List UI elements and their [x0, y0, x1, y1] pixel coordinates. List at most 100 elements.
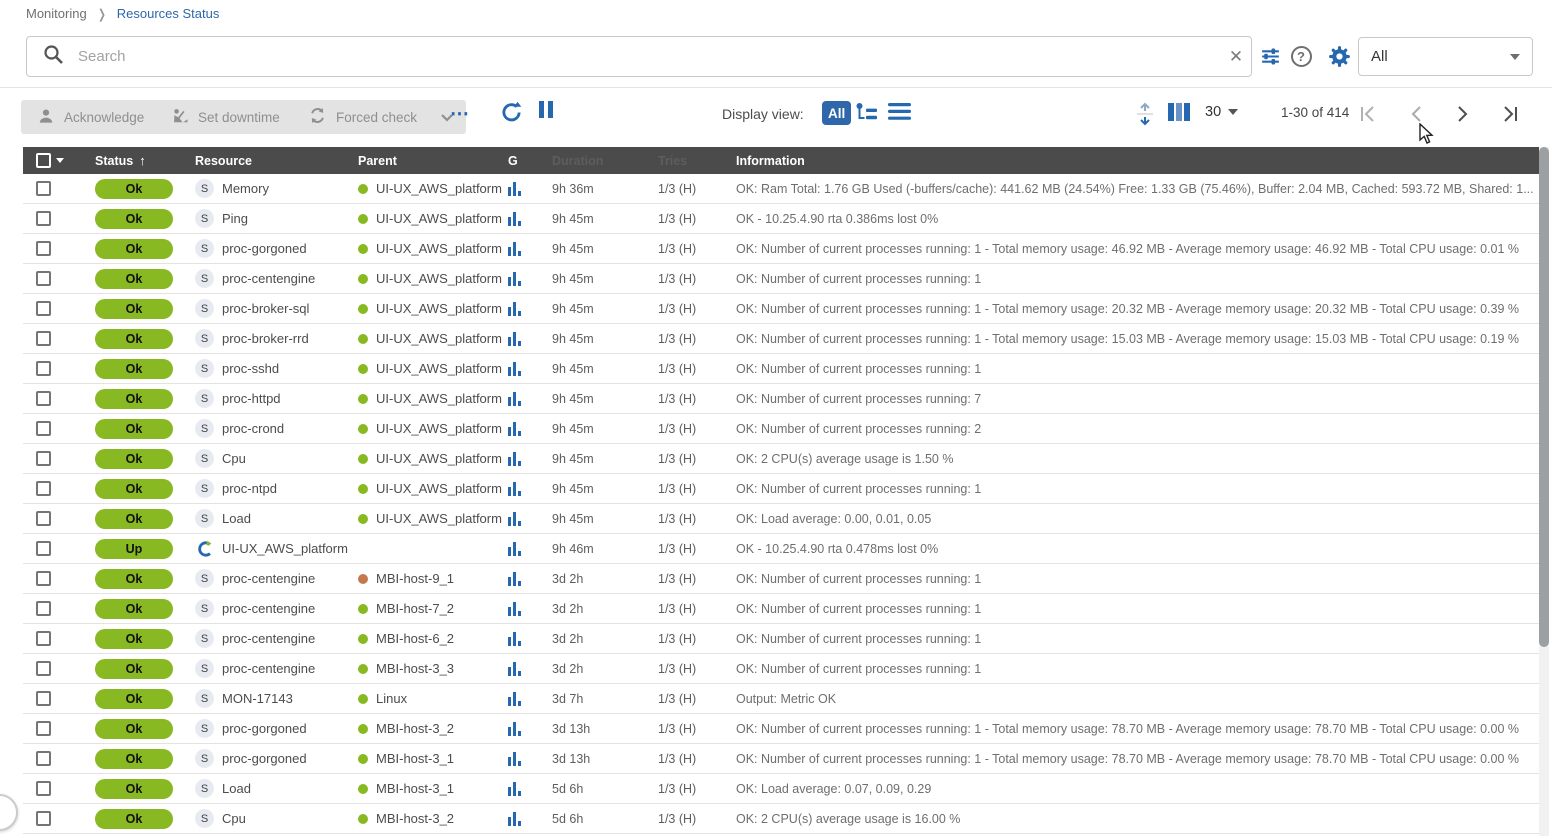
- status-badge[interactable]: Ok: [95, 569, 173, 589]
- expand-rows-icon[interactable]: [1134, 101, 1156, 127]
- row-checkbox[interactable]: [36, 541, 51, 556]
- acknowledge-button[interactable]: Acknowledge: [21, 100, 160, 134]
- graph-icon[interactable]: [508, 482, 521, 496]
- resource-name[interactable]: Load: [222, 781, 251, 796]
- table-row[interactable]: OkSproc-gorgonedMBI-host-3_13d 13h1/3 (H…: [23, 744, 1539, 774]
- status-badge[interactable]: Ok: [95, 779, 173, 799]
- parent-name[interactable]: UI-UX_AWS_platform: [376, 391, 502, 406]
- parent-name[interactable]: UI-UX_AWS_platform: [376, 211, 502, 226]
- graph-icon[interactable]: [508, 662, 521, 676]
- row-checkbox[interactable]: [36, 391, 51, 406]
- table-row[interactable]: UpUI-UX_AWS_platform9h 46m1/3 (H)OK - 10…: [23, 534, 1539, 564]
- table-row[interactable]: OkSMON-17143Linux3d 7h1/3 (H)Output: Met…: [23, 684, 1539, 714]
- resource-name[interactable]: proc-gorgoned: [222, 751, 307, 766]
- status-badge[interactable]: Up: [95, 539, 173, 559]
- resource-name[interactable]: proc-sshd: [222, 361, 279, 376]
- table-row[interactable]: OkSproc-centengineMBI-host-6_23d 2h1/3 (…: [23, 624, 1539, 654]
- parent-name[interactable]: UI-UX_AWS_platform: [376, 481, 502, 496]
- resource-name[interactable]: proc-centengine: [222, 271, 315, 286]
- parent-name[interactable]: MBI-host-7_2: [376, 601, 454, 616]
- row-checkbox[interactable]: [36, 691, 51, 706]
- header-tries[interactable]: Tries: [658, 154, 736, 168]
- parent-name[interactable]: UI-UX_AWS_platform: [376, 271, 502, 286]
- graph-icon[interactable]: [508, 422, 521, 436]
- header-parent[interactable]: Parent: [358, 154, 508, 168]
- last-page-icon[interactable]: [1497, 101, 1523, 127]
- settings-gear-icon[interactable]: [1325, 42, 1353, 70]
- resource-type-select[interactable]: All: [1358, 37, 1533, 76]
- row-checkbox[interactable]: [36, 271, 51, 286]
- graph-icon[interactable]: [508, 542, 521, 556]
- status-badge[interactable]: Ok: [95, 209, 173, 229]
- graph-icon[interactable]: [508, 452, 521, 466]
- graph-icon[interactable]: [508, 812, 521, 826]
- table-row[interactable]: OkSproc-centengineMBI-host-7_23d 2h1/3 (…: [23, 594, 1539, 624]
- graph-icon[interactable]: [508, 332, 521, 346]
- table-row[interactable]: OkSproc-ntpdUI-UX_AWS_platform9h 45m1/3 …: [23, 474, 1539, 504]
- refresh-icon[interactable]: [500, 101, 523, 124]
- vertical-scrollbar-thumb[interactable]: [1539, 147, 1549, 647]
- resource-name[interactable]: proc-gorgoned: [222, 721, 307, 736]
- parent-name[interactable]: UI-UX_AWS_platform: [376, 511, 502, 526]
- header-status[interactable]: Status ↑: [95, 153, 195, 168]
- next-page-icon[interactable]: [1450, 101, 1476, 127]
- table-row[interactable]: OkSproc-httpdUI-UX_AWS_platform9h 45m1/3…: [23, 384, 1539, 414]
- set-downtime-button[interactable]: Set downtime: [155, 100, 296, 134]
- resource-name[interactable]: Memory: [222, 181, 269, 196]
- parent-name[interactable]: MBI-host-6_2: [376, 631, 454, 646]
- row-checkbox[interactable]: [36, 631, 51, 646]
- breadcrumb-resources-status[interactable]: Resources Status: [117, 6, 220, 21]
- first-page-icon[interactable]: [1355, 101, 1381, 127]
- row-checkbox[interactable]: [36, 451, 51, 466]
- table-row[interactable]: OkSproc-broker-sqlUI-UX_AWS_platform9h 4…: [23, 294, 1539, 324]
- more-actions-icon[interactable]: ⋯: [450, 103, 471, 126]
- row-checkbox[interactable]: [36, 661, 51, 676]
- resource-name[interactable]: Cpu: [222, 451, 246, 466]
- status-badge[interactable]: Ok: [95, 719, 173, 739]
- status-badge[interactable]: Ok: [95, 359, 173, 379]
- graph-icon[interactable]: [508, 602, 521, 616]
- parent-name[interactable]: MBI-host-3_1: [376, 781, 454, 796]
- row-checkbox[interactable]: [36, 211, 51, 226]
- graph-icon[interactable]: [508, 752, 521, 766]
- graph-icon[interactable]: [508, 242, 521, 256]
- graph-icon[interactable]: [508, 632, 521, 646]
- table-row[interactable]: OkSproc-gorgonedMBI-host-3_23d 13h1/3 (H…: [23, 714, 1539, 744]
- select-all-checkbox[interactable]: [36, 153, 51, 168]
- header-duration[interactable]: Duration: [552, 154, 658, 168]
- status-badge[interactable]: Ok: [95, 599, 173, 619]
- graph-icon[interactable]: [508, 182, 521, 196]
- resource-name[interactable]: proc-crond: [222, 421, 284, 436]
- resource-name[interactable]: proc-centengine: [222, 661, 315, 676]
- sort-asc-icon[interactable]: ↑: [139, 153, 146, 168]
- parent-name[interactable]: UI-UX_AWS_platform: [376, 181, 502, 196]
- graph-icon[interactable]: [508, 212, 521, 226]
- parent-name[interactable]: MBI-host-3_1: [376, 751, 454, 766]
- parent-name[interactable]: MBI-host-9_1: [376, 571, 454, 586]
- table-row[interactable]: OkSLoadUI-UX_AWS_platform9h 45m1/3 (H)OK…: [23, 504, 1539, 534]
- resource-name[interactable]: UI-UX_AWS_platform: [222, 541, 348, 556]
- search-input[interactable]: [78, 48, 1221, 65]
- table-row[interactable]: OkSproc-centengineMBI-host-9_13d 2h1/3 (…: [23, 564, 1539, 594]
- resource-name[interactable]: proc-gorgoned: [222, 241, 307, 256]
- status-badge[interactable]: Ok: [95, 659, 173, 679]
- status-badge[interactable]: Ok: [95, 509, 173, 529]
- row-checkbox[interactable]: [36, 751, 51, 766]
- row-checkbox[interactable]: [36, 331, 51, 346]
- forced-check-button[interactable]: Forced check: [292, 100, 466, 134]
- table-row[interactable]: OkSCpuUI-UX_AWS_platform9h 45m1/3 (H)OK:…: [23, 444, 1539, 474]
- resource-name[interactable]: proc-ntpd: [222, 481, 277, 496]
- columns-icon[interactable]: [1168, 103, 1190, 121]
- resource-name[interactable]: proc-centengine: [222, 631, 315, 646]
- parent-name[interactable]: UI-UX_AWS_platform: [376, 451, 502, 466]
- row-checkbox[interactable]: [36, 421, 51, 436]
- tree-view-icon[interactable]: [855, 102, 878, 123]
- status-badge[interactable]: Ok: [95, 329, 173, 349]
- resource-name[interactable]: Cpu: [222, 811, 246, 826]
- parent-name[interactable]: MBI-host-3_2: [376, 811, 454, 826]
- row-checkbox[interactable]: [36, 511, 51, 526]
- parent-name[interactable]: UI-UX_AWS_platform: [376, 301, 502, 316]
- graph-icon[interactable]: [508, 272, 521, 286]
- rows-per-page-select[interactable]: 30: [1205, 104, 1238, 120]
- header-information[interactable]: Information: [736, 154, 1539, 168]
